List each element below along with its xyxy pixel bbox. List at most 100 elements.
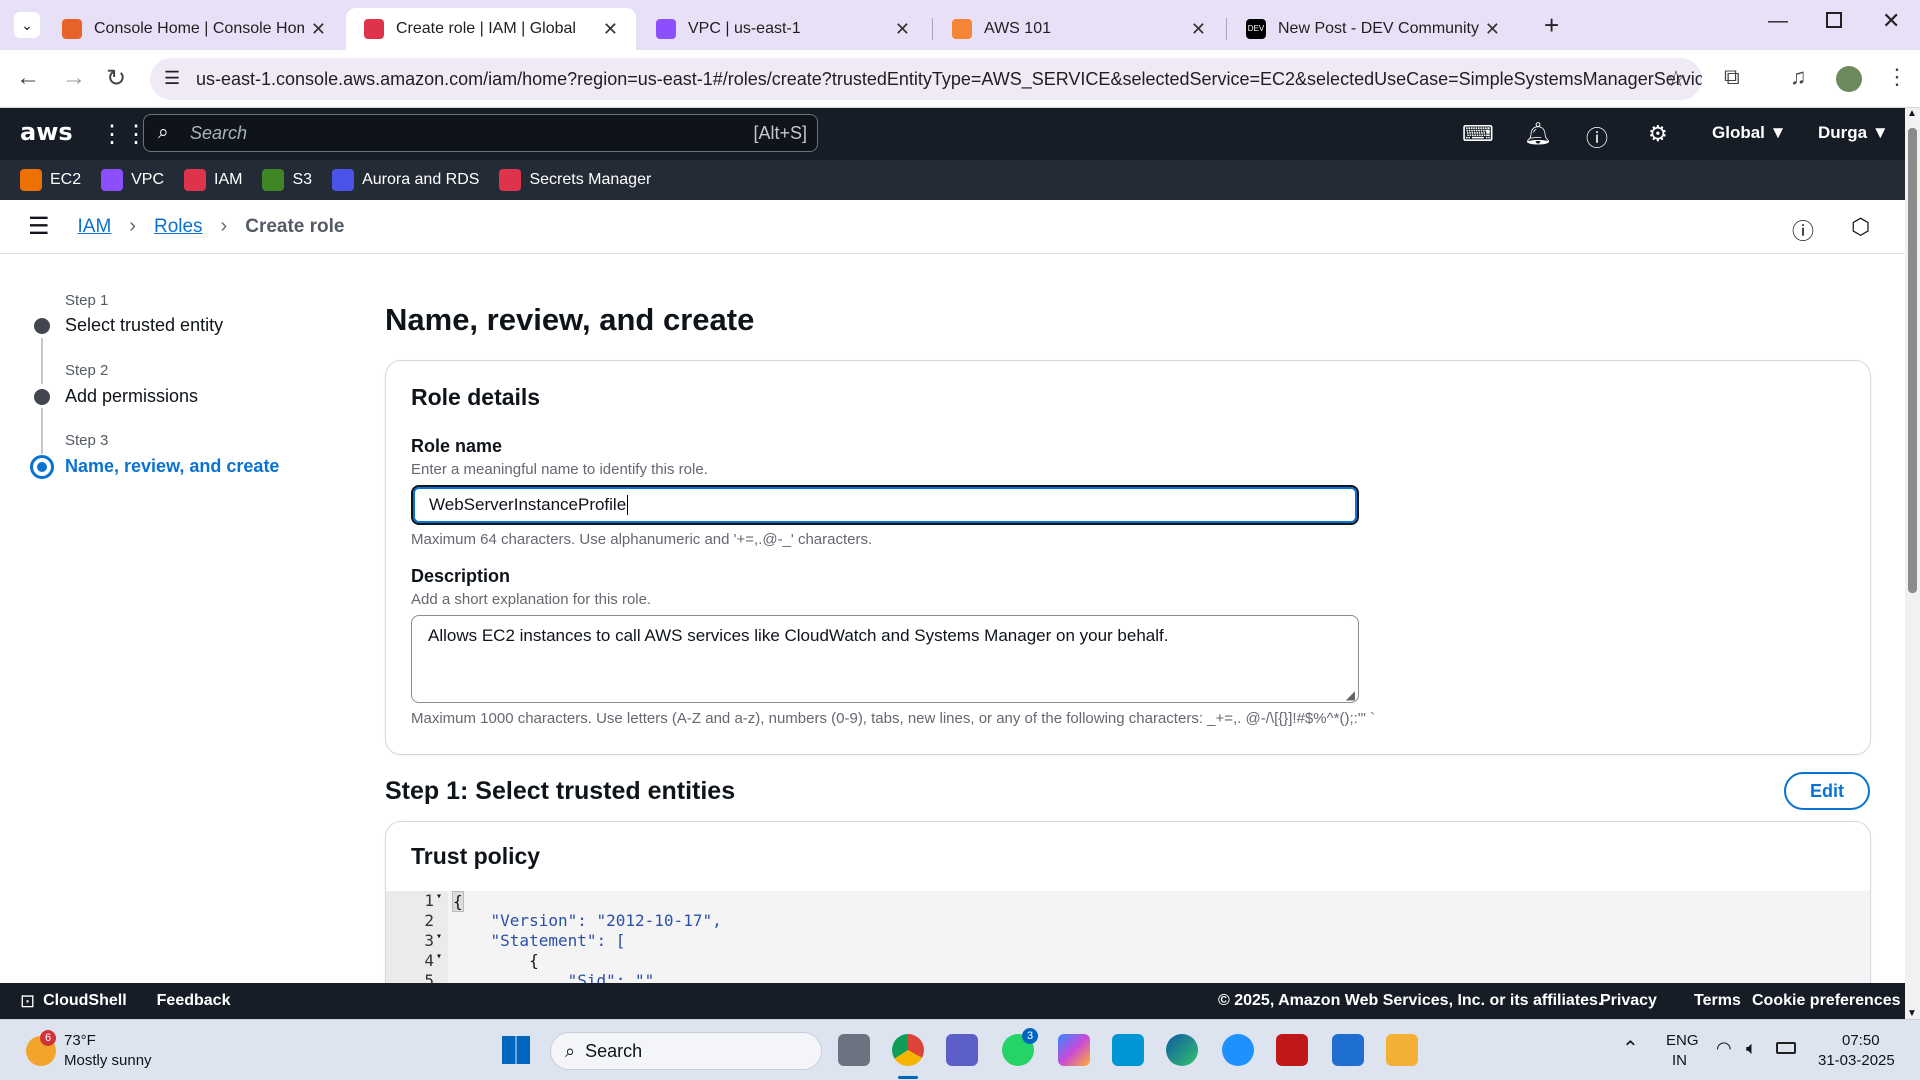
tab-separator — [932, 18, 933, 40]
weather-desc[interactable]: Mostly sunny — [64, 1052, 152, 1069]
fold-icon[interactable]: ▾ — [436, 931, 442, 942]
notifications-panel-icon[interactable]: ⬡ — [1851, 214, 1870, 240]
active-app-indicator — [898, 1076, 918, 1079]
wifi-icon[interactable]: ◠ — [1716, 1038, 1732, 1059]
iam-favicon-icon — [364, 19, 384, 39]
task-view-icon[interactable] — [838, 1034, 870, 1066]
copilot-icon[interactable] — [1058, 1034, 1090, 1066]
battery-icon[interactable] — [1776, 1042, 1796, 1054]
profile-avatar[interactable] — [1836, 66, 1862, 92]
show-hidden-icons-chevron-icon[interactable]: ⌃ — [1622, 1036, 1639, 1061]
url-field[interactable]: ☰ us-east-1.console.aws.amazon.com/iam/h… — [150, 58, 1702, 100]
new-tab-plus-icon[interactable]: + — [1544, 10, 1559, 41]
file-explorer-icon[interactable] — [1386, 1034, 1418, 1066]
edit-trusted-entities-button[interactable]: Edit — [1784, 772, 1870, 810]
hp-app-icon[interactable] — [1112, 1034, 1144, 1066]
volume-icon[interactable]: 🔈︎ — [1746, 1038, 1757, 1059]
terms-link[interactable]: Terms — [1694, 992, 1741, 1010]
step-1-name[interactable]: Select trusted entity — [65, 315, 223, 336]
favorite-s3[interactable]: S3 — [262, 169, 312, 191]
page-scrollbar[interactable]: ▲ ▼ — [1905, 108, 1920, 1019]
favorite-aurora-rds[interactable]: Aurora and RDS — [332, 169, 479, 191]
bookmark-star-icon[interactable]: ☆ — [1666, 66, 1686, 92]
site-info-icon[interactable]: ☰ — [164, 68, 180, 89]
step-1-label: Step 1 — [65, 292, 109, 309]
reload-icon[interactable]: ↻ — [106, 64, 126, 93]
info-panel-icon[interactable]: ⓘ — [1792, 214, 1814, 246]
tab-dev-community[interactable]: DEV New Post - DEV Community ✕ — [1228, 8, 1518, 50]
clock-date[interactable]: 31-03-2025 — [1818, 1052, 1895, 1069]
settings-gear-icon[interactable]: ⚙ — [1648, 121, 1668, 147]
console-home-favicon-icon — [62, 19, 82, 39]
microsoft-store-icon[interactable] — [1332, 1034, 1364, 1066]
privacy-link[interactable]: Privacy — [1600, 992, 1657, 1010]
page-title: Name, review, and create — [385, 302, 755, 337]
favorite-secrets-manager[interactable]: Secrets Manager — [499, 169, 651, 191]
mcafee-icon[interactable] — [1276, 1034, 1308, 1066]
resize-handle-icon[interactable]: ◢ — [1346, 688, 1355, 702]
fold-icon[interactable]: ▾ — [436, 891, 442, 902]
step-2-name[interactable]: Add permissions — [65, 386, 198, 407]
role-name-label: Role name — [411, 436, 503, 456]
media-controls-icon[interactable]: ♫ — [1790, 64, 1807, 90]
tab-search-chevron-icon[interactable]: ⌄ — [14, 12, 40, 38]
restore-window-icon[interactable] — [1826, 12, 1842, 28]
teams-icon[interactable] — [946, 1034, 978, 1066]
aws-search-input[interactable]: ⌕ Search [Alt+S] — [143, 114, 818, 152]
code-line: "Version": "2012-10-17", — [452, 911, 722, 930]
cookie-preferences-link[interactable]: Cookie preferences — [1752, 992, 1901, 1010]
aws-logo[interactable]: aws — [20, 118, 73, 146]
close-tab-icon[interactable]: ✕ — [603, 19, 618, 40]
fold-icon[interactable]: ▾ — [436, 951, 442, 962]
role-name-description: Enter a meaningful name to identify this… — [411, 461, 708, 478]
close-window-icon[interactable]: ✕ — [1882, 8, 1900, 34]
tab-aws-101[interactable]: AWS 101 ✕ — [934, 8, 1224, 50]
browser-menu-icon[interactable]: ⋮ — [1886, 64, 1908, 90]
favorite-ec2[interactable]: EC2 — [20, 169, 81, 191]
taskbar-search[interactable]: ⌕ Search — [550, 1032, 822, 1070]
chrome-icon[interactable] — [892, 1034, 924, 1066]
breadcrumb-roles[interactable]: Roles — [154, 216, 203, 238]
scroll-up-arrow-icon[interactable]: ▲ — [1907, 108, 1917, 119]
url-text: us-east-1.console.aws.amazon.com/iam/hom… — [196, 68, 1702, 89]
code-line: "Statement": [ — [452, 931, 626, 950]
get-help-icon[interactable] — [1222, 1034, 1254, 1066]
close-tab-icon[interactable]: ✕ — [1485, 19, 1500, 40]
account-menu[interactable]: Durga ▼ — [1818, 123, 1889, 143]
clock-time[interactable]: 07:50 — [1842, 1032, 1880, 1049]
edge-icon[interactable] — [1166, 1034, 1198, 1066]
language-in[interactable]: IN — [1672, 1052, 1687, 1069]
step-connector — [41, 338, 43, 384]
close-tab-icon[interactable]: ✕ — [1191, 19, 1206, 40]
close-tab-icon[interactable]: ✕ — [311, 19, 326, 40]
line-number: 2 — [424, 911, 434, 930]
tab-console-home[interactable]: Console Home | Console Home ✕ — [44, 8, 344, 50]
vpc-favicon-icon — [656, 19, 676, 39]
back-arrow-icon[interactable]: ← — [16, 64, 40, 92]
minimize-window-icon[interactable]: — — [1768, 10, 1788, 33]
weather-temp[interactable]: 73°F — [64, 1032, 96, 1049]
favorite-iam[interactable]: IAM — [184, 169, 242, 191]
windows-start-icon[interactable] — [502, 1036, 530, 1064]
region-selector[interactable]: Global ▼ — [1712, 123, 1786, 143]
breadcrumb-iam[interactable]: IAM — [78, 216, 112, 238]
feedback-link[interactable]: Feedback — [157, 992, 231, 1010]
extensions-icon[interactable]: ⧉ — [1724, 64, 1740, 90]
scrollbar-thumb[interactable] — [1908, 128, 1917, 593]
notifications-bell-icon[interactable]: 🔔︎ — [1524, 121, 1552, 147]
tab-create-role[interactable]: Create role | IAM | Global ✕ — [346, 8, 636, 50]
role-name-input[interactable]: WebServerInstanceProfile — [411, 485, 1359, 525]
favorite-vpc[interactable]: VPC — [101, 169, 164, 191]
close-tab-icon[interactable]: ✕ — [895, 19, 910, 40]
aws-top-nav: aws ⋮⋮⋮ ⌕ Search [Alt+S] ⌨ 🔔︎ ⓘ ⚙ Global… — [0, 108, 1905, 160]
hamburger-menu-icon[interactable]: ☰ — [28, 212, 50, 241]
trust-policy-code-editor[interactable]: 1 ▾ { 2 "Version": "2012-10-17", 3 ▾ "St… — [386, 891, 1870, 983]
cloudshell-link[interactable]: CloudShell — [43, 992, 127, 1010]
tab-vpc[interactable]: VPC | us-east-1 ✕ — [638, 8, 928, 50]
description-textarea[interactable]: Allows EC2 instances to call AWS service… — [411, 615, 1359, 703]
cloudshell-icon[interactable]: ⌨ — [1462, 121, 1494, 147]
scroll-down-arrow-icon[interactable]: ▼ — [1907, 1008, 1917, 1019]
forward-arrow-icon[interactable]: → — [62, 64, 86, 92]
language-eng[interactable]: ENG — [1666, 1032, 1699, 1049]
help-icon[interactable]: ⓘ — [1586, 121, 1608, 153]
